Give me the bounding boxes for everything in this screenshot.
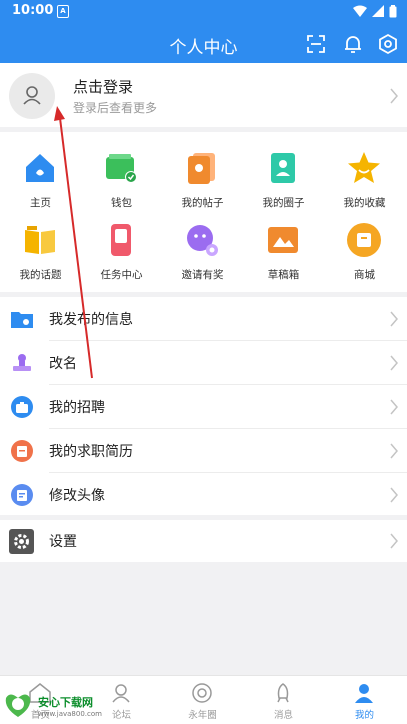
person-icon bbox=[355, 684, 373, 703]
annotation-arrow bbox=[54, 106, 93, 379]
tab-messages[interactable]: 消息 bbox=[243, 676, 324, 724]
tab-yongnian[interactable]: 永年圈 bbox=[162, 676, 243, 724]
tab-label: 永年圈 bbox=[188, 710, 217, 721]
circle-tab-icon bbox=[192, 683, 212, 703]
tab-mine[interactable]: 我的 bbox=[324, 676, 405, 724]
rocket-icon bbox=[277, 683, 289, 703]
watermark-url: www.java800.com bbox=[38, 710, 102, 718]
tab-label: 我的 bbox=[354, 710, 374, 721]
watermark: 安心下载网 www.java800.com bbox=[0, 684, 120, 723]
watermark-text: 安心下载网 bbox=[38, 696, 93, 709]
tab-label: 消息 bbox=[273, 710, 293, 721]
watermark-logo-icon bbox=[5, 694, 31, 717]
